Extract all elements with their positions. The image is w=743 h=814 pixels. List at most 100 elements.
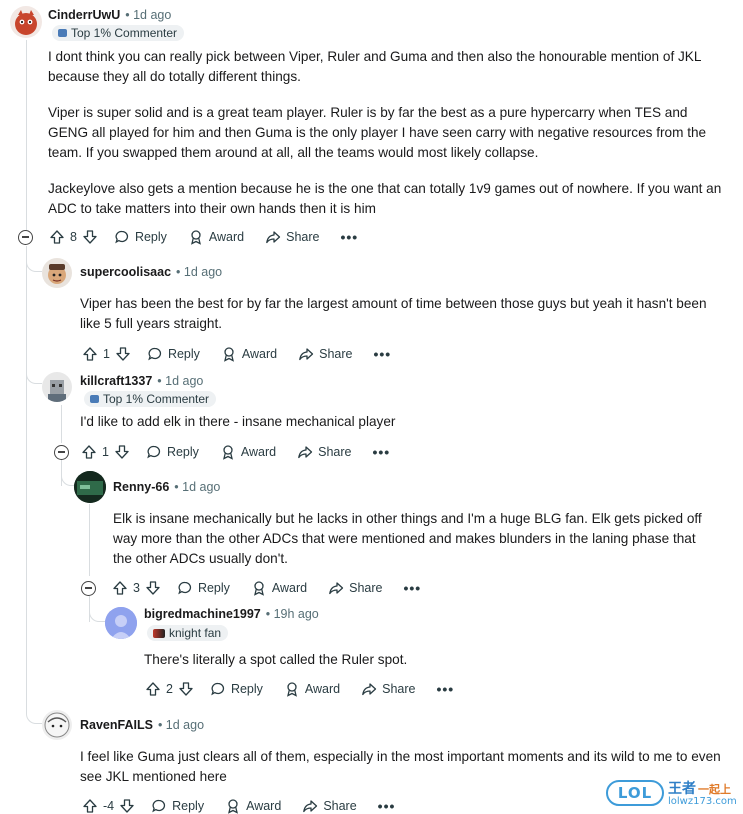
award-label: Award — [246, 799, 282, 813]
more-options-button[interactable]: ••• — [404, 580, 422, 596]
comment-paragraph: Viper has been the best for by far the l… — [80, 296, 707, 331]
more-options-button[interactable]: ••• — [378, 798, 396, 814]
vote-widget: -4 — [82, 798, 135, 814]
avatar[interactable] — [42, 710, 72, 740]
vote-score: 1 — [103, 347, 110, 361]
vote-score: -4 — [103, 799, 115, 813]
avatar[interactable] — [105, 607, 137, 639]
vote-score: 1 — [102, 445, 109, 459]
comment-icon — [210, 681, 226, 697]
share-icon — [298, 346, 314, 362]
share-button[interactable]: Share — [298, 346, 353, 362]
reply-button[interactable]: Reply — [147, 346, 200, 362]
vote-widget: 1 — [81, 444, 130, 460]
reply-button[interactable]: Reply — [151, 798, 204, 814]
award-icon — [251, 580, 267, 596]
award-icon — [284, 681, 300, 697]
user-flair: Top 1% Commenter — [52, 25, 185, 41]
upvote-icon[interactable] — [49, 229, 65, 245]
vote-widget: 1 — [82, 346, 131, 362]
downvote-icon[interactable] — [82, 229, 98, 245]
flair-label: knight fan — [169, 626, 222, 640]
share-button[interactable]: Share — [297, 444, 352, 460]
more-options-button[interactable]: ••• — [437, 681, 455, 697]
comment-timestamp[interactable]: • 1d ago — [157, 374, 203, 388]
downvote-icon[interactable] — [119, 798, 135, 814]
comment-actions: 1 Reply Award Share ••• — [82, 343, 391, 365]
collapse-thread-button[interactable] — [54, 444, 69, 460]
award-button[interactable]: Award — [188, 229, 244, 245]
share-label: Share — [319, 347, 353, 361]
award-button[interactable]: Award — [221, 346, 277, 362]
comment-actions: 8 Reply Award Share ••• — [18, 226, 358, 248]
comment-author[interactable]: RavenFAILS — [80, 718, 153, 732]
award-icon — [220, 444, 236, 460]
comment-author[interactable]: bigredmachine1997 — [144, 607, 261, 621]
upvote-icon[interactable] — [81, 444, 97, 460]
award-button[interactable]: Award — [220, 444, 276, 460]
award-button[interactable]: Award — [251, 580, 307, 596]
share-button[interactable]: Share — [302, 798, 357, 814]
comment-timestamp[interactable]: • 19h ago — [266, 607, 319, 621]
share-icon — [361, 681, 377, 697]
reply-button[interactable]: Reply — [146, 444, 199, 460]
award-button[interactable]: Award — [225, 798, 281, 814]
more-options-button[interactable]: ••• — [373, 444, 391, 460]
collapse-thread-button[interactable] — [81, 580, 96, 596]
share-icon — [265, 229, 281, 245]
comment-timestamp[interactable]: • 1d ago — [125, 8, 171, 22]
vote-score: 3 — [133, 581, 140, 595]
thread-line-killcraft — [61, 405, 62, 443]
upvote-icon[interactable] — [82, 346, 98, 362]
user-flair: knight fan — [147, 625, 229, 641]
avatar[interactable] — [74, 471, 106, 503]
reply-button[interactable]: Reply — [210, 681, 263, 697]
thread-elbow — [89, 596, 105, 622]
vote-widget: 3 — [112, 580, 161, 596]
downvote-icon[interactable] — [114, 444, 130, 460]
vote-widget: 8 — [49, 229, 98, 245]
comment-timestamp[interactable]: • 1d ago — [158, 718, 204, 732]
avatar[interactable] — [10, 6, 42, 38]
comment-icon — [177, 580, 193, 596]
downvote-icon[interactable] — [178, 681, 194, 697]
reply-button[interactable]: Reply — [114, 229, 167, 245]
award-label: Award — [304, 682, 341, 696]
comment-author[interactable]: CinderrUwU — [48, 8, 120, 22]
award-button[interactable]: Award — [284, 681, 340, 697]
comment-author[interactable]: supercoolisaac — [80, 265, 171, 279]
comment-actions: 1 Reply Award Share ••• — [54, 441, 390, 463]
award-icon — [221, 346, 237, 362]
avatar[interactable] — [42, 372, 72, 402]
comment-actions: 3 Reply Award Share ••• — [81, 577, 421, 599]
share-button[interactable]: Share — [361, 681, 416, 697]
comment-body: I dont think you can really pick between… — [48, 47, 728, 219]
share-button[interactable]: Share — [265, 229, 320, 245]
reply-label: Reply — [230, 682, 263, 696]
award-label: Award — [240, 445, 277, 459]
upvote-icon[interactable] — [82, 798, 98, 814]
comment-icon — [147, 346, 163, 362]
comment-author[interactable]: Renny-66 — [113, 480, 169, 494]
comment-timestamp[interactable]: • 1d ago — [174, 480, 220, 494]
more-options-button[interactable]: ••• — [374, 346, 392, 362]
share-label: Share — [318, 445, 352, 459]
reply-label: Reply — [197, 581, 230, 595]
share-icon — [297, 444, 313, 460]
flair-label: Top 1% Commenter — [71, 26, 178, 40]
reply-label: Reply — [166, 445, 199, 459]
comment-body: I'd like to add elk in there - insane me… — [80, 412, 730, 432]
more-options-button[interactable]: ••• — [341, 229, 359, 245]
avatar[interactable] — [42, 258, 72, 288]
downvote-icon[interactable] — [145, 580, 161, 596]
downvote-icon[interactable] — [115, 346, 131, 362]
share-button[interactable]: Share — [328, 580, 383, 596]
collapse-thread-button[interactable] — [18, 229, 33, 245]
comment-timestamp[interactable]: • 1d ago — [176, 265, 222, 279]
watermark-brand: 王者 — [668, 781, 696, 797]
share-label: Share — [349, 581, 383, 595]
comment-author[interactable]: killcraft1337 — [80, 374, 152, 388]
reply-button[interactable]: Reply — [177, 580, 230, 596]
upvote-icon[interactable] — [112, 580, 128, 596]
upvote-icon[interactable] — [145, 681, 161, 697]
